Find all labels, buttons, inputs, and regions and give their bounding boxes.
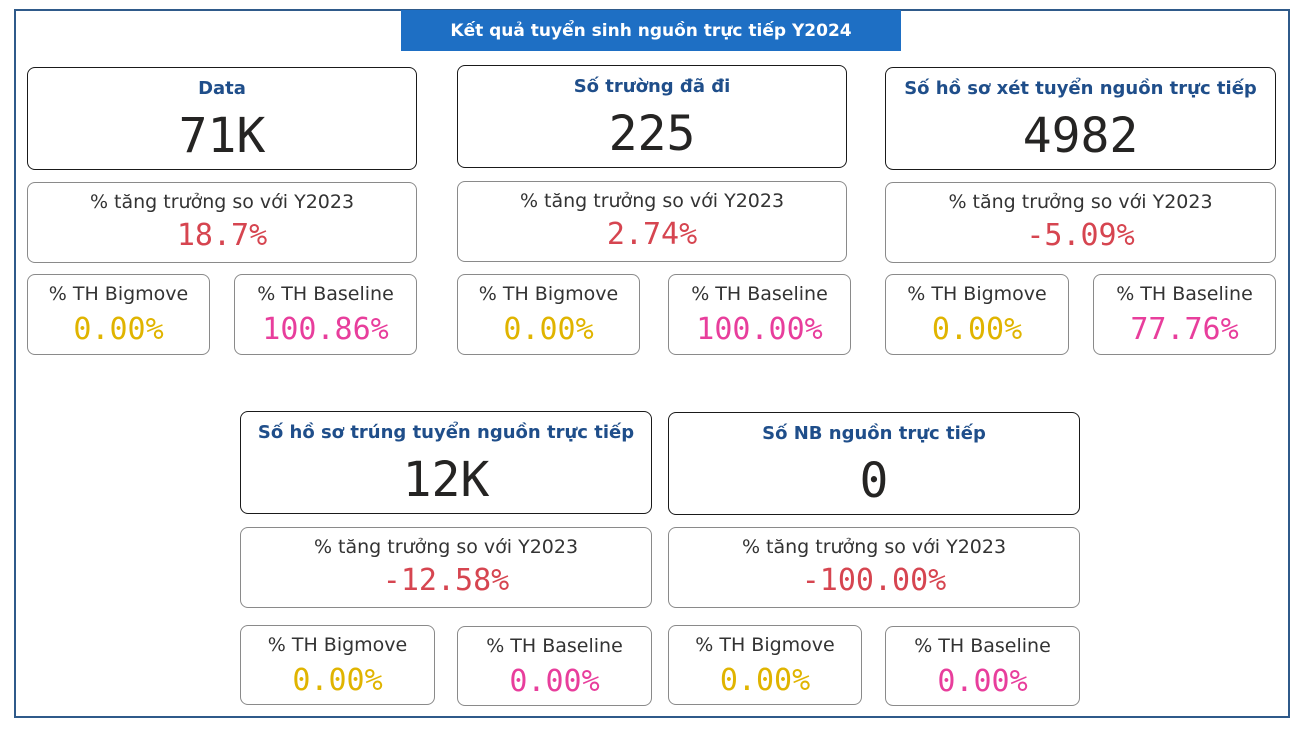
kpi-value: 225 bbox=[608, 106, 696, 162]
page-title: Kết quả tuyển sinh nguồn trực tiếp Y2024 bbox=[450, 20, 852, 41]
baseline-value: 0.00% bbox=[509, 664, 600, 699]
kpi-card-nb[interactable]: Số NB nguồn trực tiếp 0 bbox=[668, 412, 1080, 515]
bigmove-value: 0.00% bbox=[292, 663, 383, 698]
kpi-value: 71K bbox=[178, 108, 266, 164]
kpi-title: Số hồ sơ trúng tuyển nguồn trực tiếp bbox=[257, 422, 635, 443]
bigmove-label: % TH Bigmove bbox=[267, 634, 408, 656]
baseline-label: % TH Baseline bbox=[691, 283, 828, 305]
growth-value: -100.00% bbox=[801, 563, 947, 598]
baseline-label: % TH Baseline bbox=[1116, 283, 1253, 305]
kpi-title: Số NB nguồn trực tiếp bbox=[762, 423, 986, 444]
baseline-value: 0.00% bbox=[937, 664, 1028, 699]
bigmove-card-schools[interactable]: % TH Bigmove 0.00% bbox=[457, 274, 640, 355]
growth-label: % tăng trưởng so với Y2023 bbox=[89, 191, 355, 213]
growth-label: % tăng trưởng so với Y2023 bbox=[741, 536, 1007, 558]
bigmove-value: 0.00% bbox=[73, 312, 164, 347]
baseline-value: 100.00% bbox=[696, 312, 823, 347]
baseline-card-admitted[interactable]: % TH Baseline 0.00% bbox=[457, 626, 652, 706]
baseline-card-data[interactable]: % TH Baseline 100.86% bbox=[234, 274, 417, 355]
kpi-value: 4982 bbox=[1022, 108, 1139, 164]
bigmove-label: % TH Bigmove bbox=[48, 283, 189, 305]
baseline-label: % TH Baseline bbox=[486, 635, 623, 657]
growth-value: 2.74% bbox=[606, 217, 698, 252]
growth-card-schools[interactable]: % tăng trưởng so với Y2023 2.74% bbox=[457, 181, 847, 262]
growth-value: -5.09% bbox=[1026, 218, 1135, 253]
baseline-value: 100.86% bbox=[262, 312, 389, 347]
kpi-title: Số hồ sơ xét tuyển nguồn trực tiếp bbox=[904, 78, 1257, 99]
kpi-card-schools[interactable]: Số trường đã đi 225 bbox=[457, 65, 847, 168]
growth-label: % tăng trưởng so với Y2023 bbox=[519, 190, 785, 212]
growth-label: % tăng trưởng so với Y2023 bbox=[313, 536, 579, 558]
bigmove-label: % TH Bigmove bbox=[907, 283, 1047, 305]
bigmove-card-data[interactable]: % TH Bigmove 0.00% bbox=[27, 274, 210, 355]
bigmove-card-applications[interactable]: % TH Bigmove 0.00% bbox=[885, 274, 1069, 355]
growth-card-admitted[interactable]: % tăng trưởng so với Y2023 -12.58% bbox=[240, 527, 652, 608]
baseline-card-nb[interactable]: % TH Baseline 0.00% bbox=[885, 626, 1080, 706]
kpi-value: 0 bbox=[859, 453, 889, 509]
baseline-label: % TH Baseline bbox=[257, 283, 394, 305]
page-title-banner: Kết quả tuyển sinh nguồn trực tiếp Y2024 bbox=[401, 10, 901, 51]
baseline-value: 77.76% bbox=[1130, 312, 1239, 347]
baseline-label: % TH Baseline bbox=[914, 635, 1051, 657]
kpi-card-admitted[interactable]: Số hồ sơ trúng tuyển nguồn trực tiếp 12K bbox=[240, 411, 652, 514]
growth-card-nb[interactable]: % tăng trưởng so với Y2023 -100.00% bbox=[668, 527, 1080, 608]
growth-label: % tăng trưởng so với Y2023 bbox=[948, 191, 1213, 213]
bigmove-value: 0.00% bbox=[931, 312, 1023, 347]
kpi-value: 12K bbox=[402, 452, 490, 508]
kpi-title: Data bbox=[198, 78, 246, 99]
kpi-card-applications[interactable]: Số hồ sơ xét tuyển nguồn trực tiếp 4982 bbox=[885, 67, 1276, 170]
growth-card-data[interactable]: % tăng trưởng so với Y2023 18.7% bbox=[27, 182, 417, 263]
bigmove-label: % TH Bigmove bbox=[478, 283, 619, 305]
bigmove-value: 0.00% bbox=[719, 663, 811, 698]
growth-value: -12.58% bbox=[382, 563, 510, 598]
bigmove-label: % TH Bigmove bbox=[695, 634, 835, 656]
bigmove-card-nb[interactable]: % TH Bigmove 0.00% bbox=[668, 625, 862, 705]
kpi-title: Số trường đã đi bbox=[573, 76, 731, 97]
kpi-card-data[interactable]: Data 71K bbox=[27, 67, 417, 170]
growth-card-applications[interactable]: % tăng trưởng so với Y2023 -5.09% bbox=[885, 182, 1276, 263]
baseline-card-applications[interactable]: % TH Baseline 77.76% bbox=[1093, 274, 1276, 355]
bigmove-card-admitted[interactable]: % TH Bigmove 0.00% bbox=[240, 625, 435, 705]
growth-value: 18.7% bbox=[176, 218, 268, 253]
baseline-card-schools[interactable]: % TH Baseline 100.00% bbox=[668, 274, 851, 355]
bigmove-value: 0.00% bbox=[503, 312, 594, 347]
